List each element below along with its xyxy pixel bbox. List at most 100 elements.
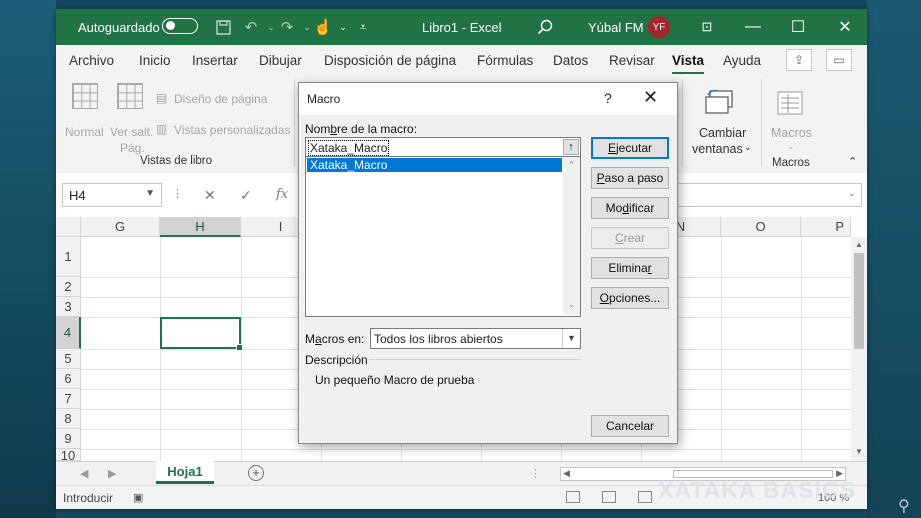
dialog-close-button[interactable]: ✕ (643, 87, 658, 108)
help-button[interactable]: ? (604, 90, 612, 106)
normal-view-status-icon[interactable] (566, 491, 580, 503)
share-icon[interactable]: ⇪ (786, 49, 812, 71)
row-header-3[interactable]: 3 (56, 297, 81, 317)
comments-icon[interactable]: ▭ (826, 49, 852, 71)
tab-archivo[interactable]: Archivo (69, 53, 114, 68)
sheet-tab-hoja1[interactable]: Hoja1 (156, 461, 214, 484)
chevron-down-icon[interactable]: ⌄ (744, 142, 752, 153)
row-header-8[interactable]: 8 (56, 409, 81, 429)
customize-qat-icon[interactable]: ⩡ (354, 18, 372, 36)
normal-view-label[interactable]: Normal (65, 125, 104, 139)
chevron-down-icon[interactable]: ▼ (562, 329, 580, 348)
avatar[interactable]: YF (648, 16, 670, 38)
switch-windows-label-2[interactable]: ventanas (692, 142, 743, 156)
run-button[interactable]: Ejecutar (591, 137, 669, 159)
step-into-button[interactable]: Paso a paso (591, 167, 669, 189)
list-scrollbar[interactable]: ⌃ ⌄ (563, 157, 580, 315)
vertical-scrollbar[interactable]: ▲ ▼ (851, 237, 867, 461)
enter-icon[interactable]: ✓ (240, 187, 252, 204)
column-header-p[interactable]: P (801, 217, 851, 237)
column-header-h[interactable]: H (160, 217, 241, 237)
scroll-down-icon[interactable]: ▼ (851, 447, 867, 456)
tab-insertar[interactable]: Insertar (192, 53, 238, 68)
dialog-title-bar: Macro ? ✕ (299, 83, 677, 115)
close-button[interactable]: ✕ (830, 14, 860, 40)
page-break-icon[interactable] (117, 83, 143, 109)
search-icon[interactable] (536, 18, 554, 36)
page-layout-status-icon[interactable] (602, 491, 616, 503)
row-header-1[interactable]: 1 (56, 237, 81, 277)
custom-views-label[interactable]: Vistas personalizadas (174, 123, 291, 137)
insert-function-icon[interactable]: fx (276, 187, 288, 202)
macros-label[interactable]: Macros (771, 126, 812, 140)
ribbon-display-icon[interactable]: ⊡ (692, 14, 722, 40)
formula-input[interactable] (668, 183, 862, 207)
macro-list[interactable]: Xataka_Macro ⌃ ⌄ (305, 157, 581, 317)
tab-split-handle[interactable]: ⋮ (530, 467, 541, 480)
autosave-toggle[interactable] (162, 18, 198, 34)
macro-record-icon[interactable]: ▣ (133, 491, 143, 504)
row-header-9[interactable]: 9 (56, 429, 81, 449)
page-break-label-1[interactable]: Ver salt. (110, 125, 153, 139)
name-box[interactable]: H4 ▼ (62, 183, 162, 207)
list-item[interactable]: Xataka_Macro (307, 158, 562, 172)
cancel-button[interactable]: Cancelar (591, 415, 669, 437)
custom-views-icon[interactable]: ▥ (156, 122, 167, 136)
row-header-6[interactable]: 6 (56, 369, 81, 389)
row-header-7[interactable]: 7 (56, 389, 81, 409)
switch-windows-label-1[interactable]: Cambiar (699, 126, 746, 140)
chevron-down-icon[interactable]: ⌄ (563, 299, 580, 310)
next-sheet-icon[interactable]: ▶ (108, 467, 116, 480)
scroll-thumb[interactable] (854, 253, 864, 349)
macros-icon[interactable] (776, 89, 806, 122)
save-icon[interactable] (214, 18, 232, 36)
edit-button[interactable]: Modificar (591, 197, 669, 219)
tab-ayuda[interactable]: Ayuda (723, 53, 761, 68)
page-layout-icon[interactable]: ▤ (156, 91, 167, 105)
page-break-status-icon[interactable] (638, 491, 652, 503)
macros-chevron-icon[interactable]: ⌄ (787, 141, 795, 152)
more-options-icon[interactable]: ⋮ (172, 187, 183, 200)
switch-windows-icon[interactable] (704, 89, 736, 120)
tab-vista[interactable]: Vista (672, 53, 705, 74)
prev-sheet-icon[interactable]: ◀ (80, 467, 88, 480)
undo-icon[interactable]: ↶ (242, 18, 260, 36)
row-header-2[interactable]: 2 (56, 277, 81, 297)
cancel-icon[interactable]: ✕ (204, 187, 216, 204)
selected-cell-h4[interactable] (160, 317, 243, 351)
delete-button[interactable]: Eliminar (591, 257, 669, 279)
tab-datos[interactable]: Datos (553, 53, 588, 68)
page-layout-label[interactable]: Diseño de página (174, 92, 267, 106)
page-break-label-2[interactable]: Pág. (120, 141, 145, 155)
touch-mode-icon[interactable]: ☝ (314, 18, 333, 36)
column-header-o[interactable]: O (721, 217, 801, 237)
tab-disposicion-pagina[interactable]: Disposición de página (324, 53, 456, 68)
maximize-button[interactable]: ☐ (783, 14, 813, 40)
tab-dibujar[interactable]: Dibujar (259, 53, 302, 68)
macros-in-select[interactable]: Todos los libros abiertos ▼ (370, 328, 581, 349)
row-header-5[interactable]: 5 (56, 349, 81, 369)
scroll-up-icon[interactable]: ▲ (851, 240, 867, 249)
redo-icon[interactable]: ↷ (278, 18, 296, 36)
row-header-4[interactable]: 4 (56, 317, 81, 349)
watermark: XATAKA BASICS (658, 477, 856, 503)
tab-formulas[interactable]: Fórmulas (477, 53, 533, 68)
scroll-left-icon[interactable]: ◀ (563, 468, 570, 479)
tab-inicio[interactable]: Inicio (139, 53, 171, 68)
collapse-ribbon-icon[interactable]: ⌃ (848, 155, 857, 168)
macro-name-input[interactable]: Xataka_Macro ↑ (305, 137, 581, 157)
add-sheet-icon[interactable]: + (248, 465, 264, 481)
minimize-button[interactable]: — (738, 14, 768, 40)
expand-formula-icon[interactable]: ⌄ (848, 188, 856, 199)
touch-dropdown-icon[interactable]: ⌄ (334, 18, 352, 36)
chevron-down-icon[interactable]: ▼ (145, 188, 155, 199)
row-header-10[interactable]: 10 (56, 449, 81, 463)
options-button[interactable]: Opciones... (591, 287, 669, 309)
column-header-g[interactable]: G (81, 217, 160, 237)
tab-revisar[interactable]: Revisar (609, 53, 655, 68)
create-button[interactable]: Crear (591, 227, 669, 249)
upload-arrow-icon[interactable]: ↑ (563, 139, 579, 155)
chevron-up-icon[interactable]: ⌃ (563, 160, 580, 171)
normal-view-icon[interactable] (72, 83, 98, 109)
select-all-corner[interactable] (56, 217, 81, 237)
